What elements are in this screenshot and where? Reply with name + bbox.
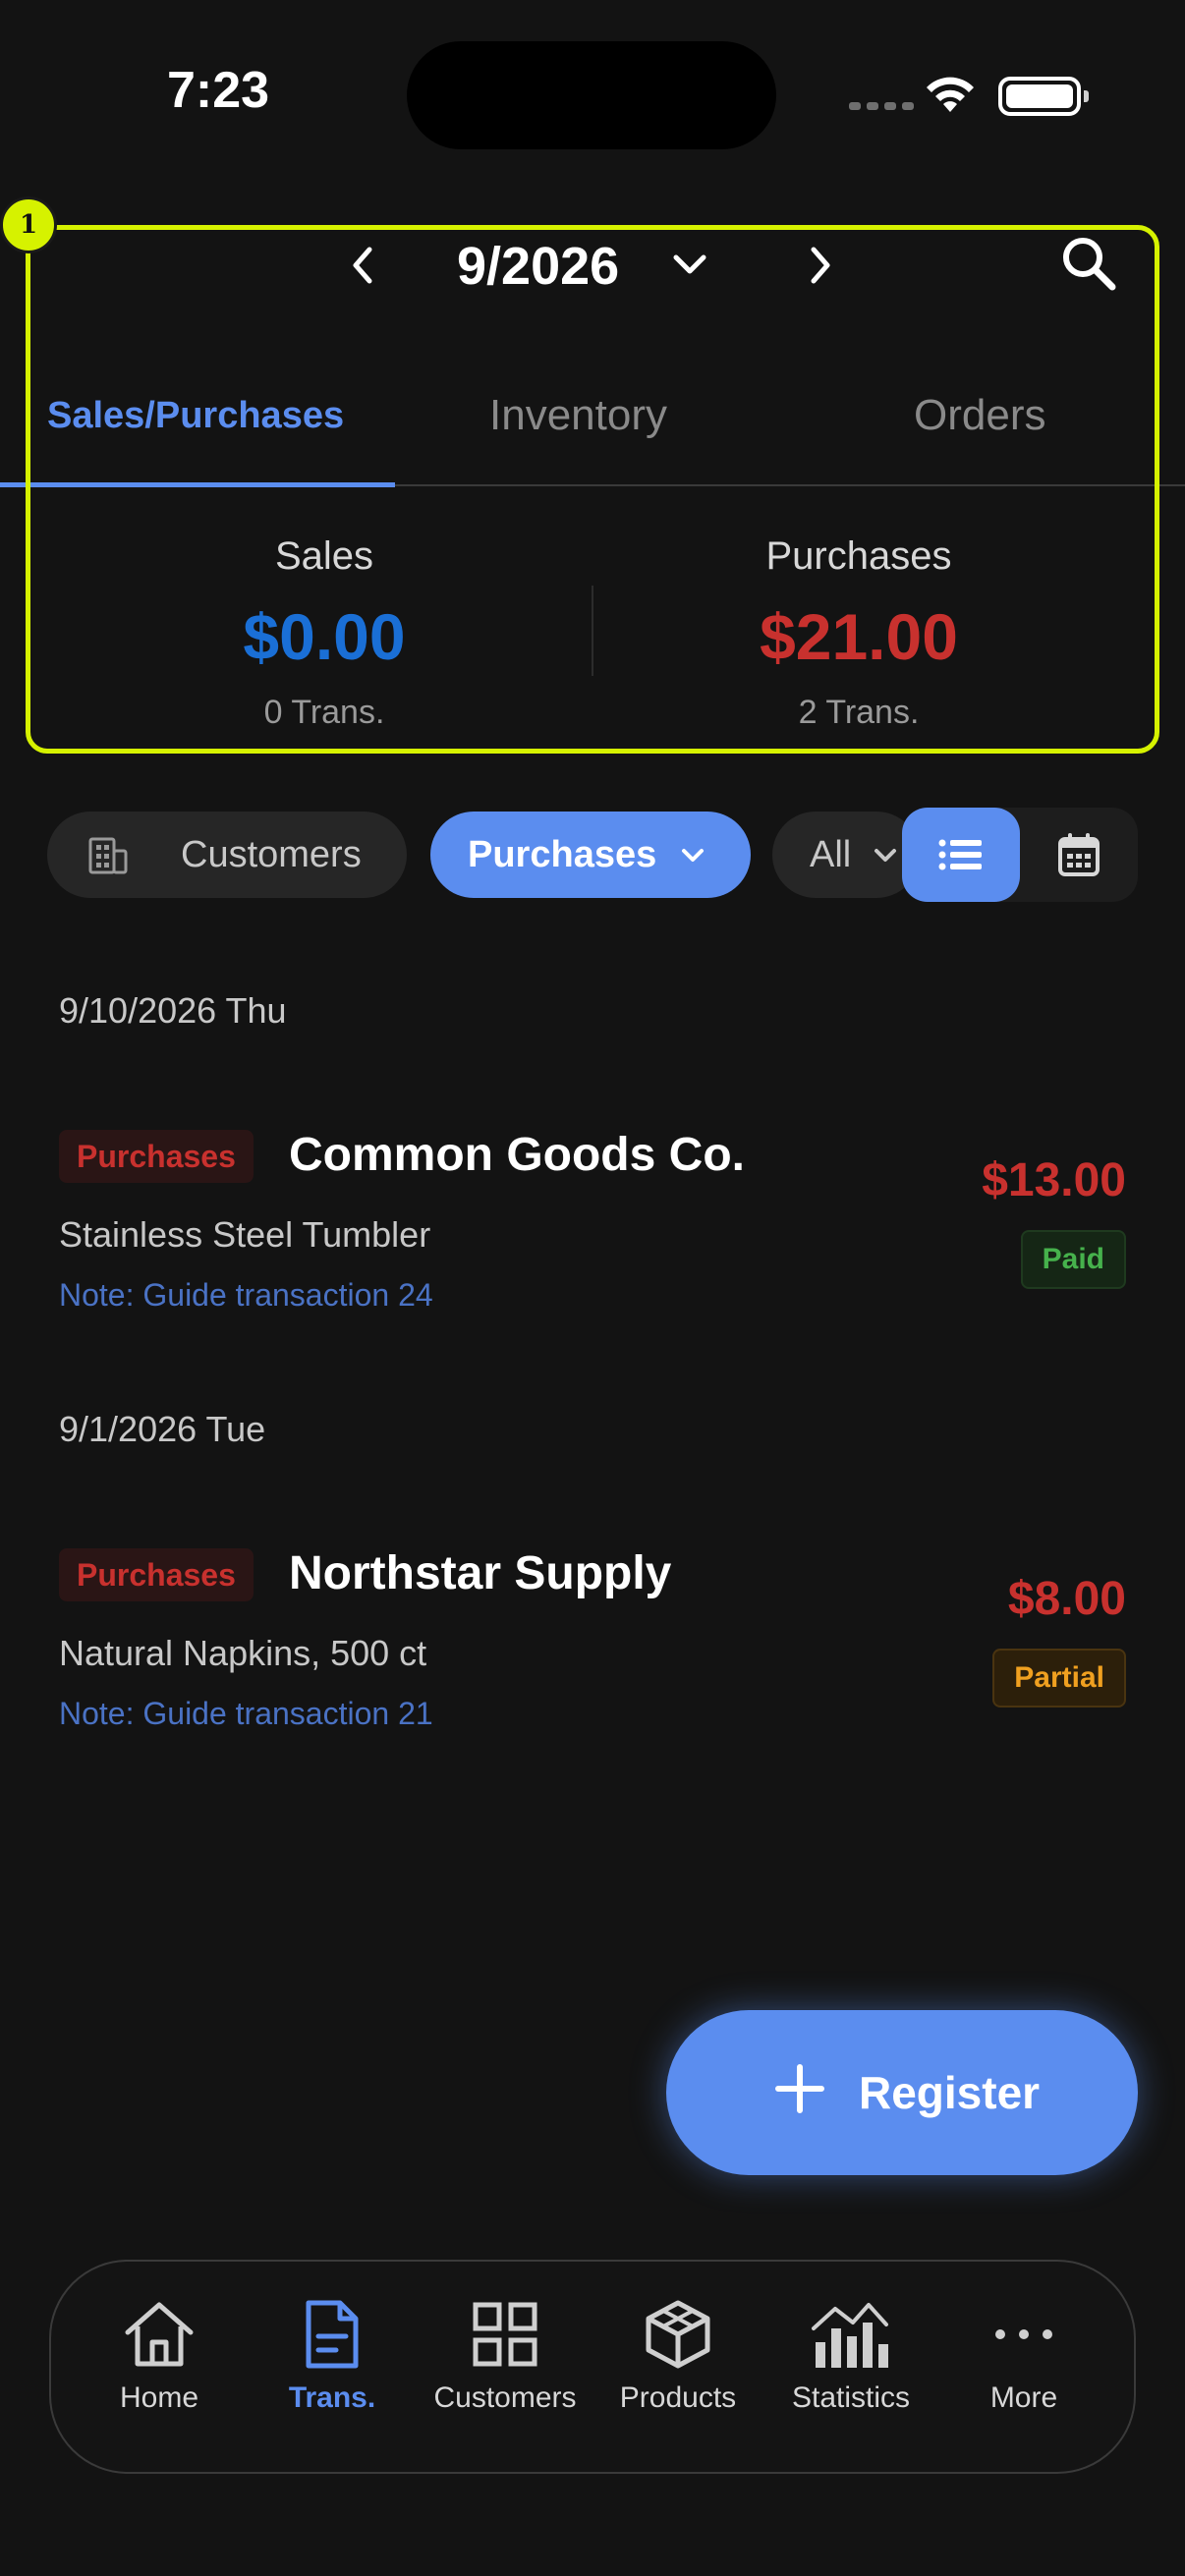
- date-header: 9/1/2026 Tue: [59, 1409, 266, 1449]
- nav-item-home[interactable]: Home: [73, 2299, 246, 2415]
- counterparty-name: Common Goods Co.: [289, 1129, 745, 1181]
- nav-label: Statistics: [791, 2381, 911, 2414]
- status-time: 7:23: [167, 62, 270, 119]
- tab-sales-purchases[interactable]: Sales/Purchases: [47, 395, 344, 437]
- document-icon: [306, 2300, 359, 2369]
- search-icon[interactable]: [1057, 232, 1120, 295]
- status-filter-dropdown[interactable]: All: [772, 812, 920, 898]
- wifi-icon: [927, 77, 974, 112]
- list-icon: [938, 839, 982, 870]
- previous-month-button[interactable]: [336, 236, 391, 295]
- plus-icon: [775, 2064, 824, 2113]
- nav-label: Customers: [433, 2381, 577, 2414]
- transaction-type-label: Purchases: [468, 833, 657, 875]
- tab-inventory[interactable]: Inventory: [489, 391, 667, 440]
- next-month-button[interactable]: [792, 236, 847, 295]
- month-selector[interactable]: 9/2026: [457, 236, 619, 297]
- customers-filter-label: Customers: [181, 833, 362, 875]
- calendar-icon: [1058, 833, 1100, 876]
- cube-icon: [646, 2300, 710, 2369]
- sales-count: 0 Trans.: [263, 694, 385, 731]
- transaction-amount: $8.00: [1007, 1573, 1126, 1625]
- nav-item-customers[interactable]: Customers: [419, 2299, 592, 2415]
- chart-icon: [812, 2303, 888, 2368]
- date-header: 9/10/2026 Thu: [59, 990, 287, 1031]
- cellular-signal-icon: [849, 102, 914, 110]
- battery-icon: [998, 77, 1089, 116]
- transaction-type-badge: Purchases: [59, 1130, 254, 1183]
- nav-label: More: [989, 2381, 1058, 2414]
- nav-label: Trans.: [288, 2381, 376, 2414]
- nav-item-more[interactable]: More: [937, 2299, 1110, 2415]
- purchases-label: Purchases: [765, 534, 952, 578]
- counterparty-name: Northstar Supply: [289, 1547, 672, 1599]
- sales-label: Sales: [274, 534, 374, 578]
- sales-total: $0.00: [243, 600, 406, 673]
- status-filter-label: All: [810, 833, 852, 875]
- chevron-down-icon: [682, 849, 704, 862]
- more-icon: [995, 2329, 1052, 2339]
- annotation-marker: 1: [0, 196, 57, 253]
- transaction-type-dropdown[interactable]: Purchases: [430, 812, 751, 898]
- status-badge: Paid: [1020, 1230, 1126, 1289]
- register-button[interactable]: Register: [666, 2010, 1138, 2175]
- nav-item-trans[interactable]: Trans.: [246, 2299, 419, 2415]
- building-icon: [88, 837, 128, 874]
- purchases-total: $21.00: [760, 600, 958, 673]
- transaction-amount: $13.00: [982, 1154, 1126, 1206]
- register-button-label: Register: [859, 2067, 1041, 2118]
- grid-icon: [473, 2302, 537, 2367]
- customers-filter[interactable]: Customers: [47, 812, 407, 898]
- purchases-count: 2 Trans.: [798, 694, 920, 731]
- nav-item-products[interactable]: Products: [592, 2299, 764, 2415]
- product-name: Stainless Steel Tumbler: [59, 1214, 431, 1255]
- active-tab-indicator: [0, 482, 395, 487]
- product-name: Natural Napkins, 500 ct: [59, 1633, 427, 1673]
- summary-divider: [592, 586, 593, 676]
- nav-label: Products: [619, 2381, 737, 2414]
- transaction-type-badge: Purchases: [59, 1548, 254, 1601]
- chevron-down-icon: [875, 849, 896, 862]
- transaction-note: Note: Guide transaction 24: [59, 1277, 433, 1313]
- home-icon: [125, 2302, 194, 2367]
- calendar-view-button[interactable]: [1020, 808, 1138, 902]
- chevron-down-icon[interactable]: [668, 248, 711, 283]
- status-badge: Partial: [992, 1649, 1126, 1708]
- transaction-note: Note: Guide transaction 21: [59, 1696, 433, 1731]
- nav-label: Home: [119, 2381, 199, 2414]
- dynamic-island: [407, 41, 776, 149]
- nav-item-statistics[interactable]: Statistics: [764, 2299, 937, 2415]
- tab-orders[interactable]: Orders: [914, 391, 1045, 440]
- list-view-button[interactable]: [902, 808, 1020, 902]
